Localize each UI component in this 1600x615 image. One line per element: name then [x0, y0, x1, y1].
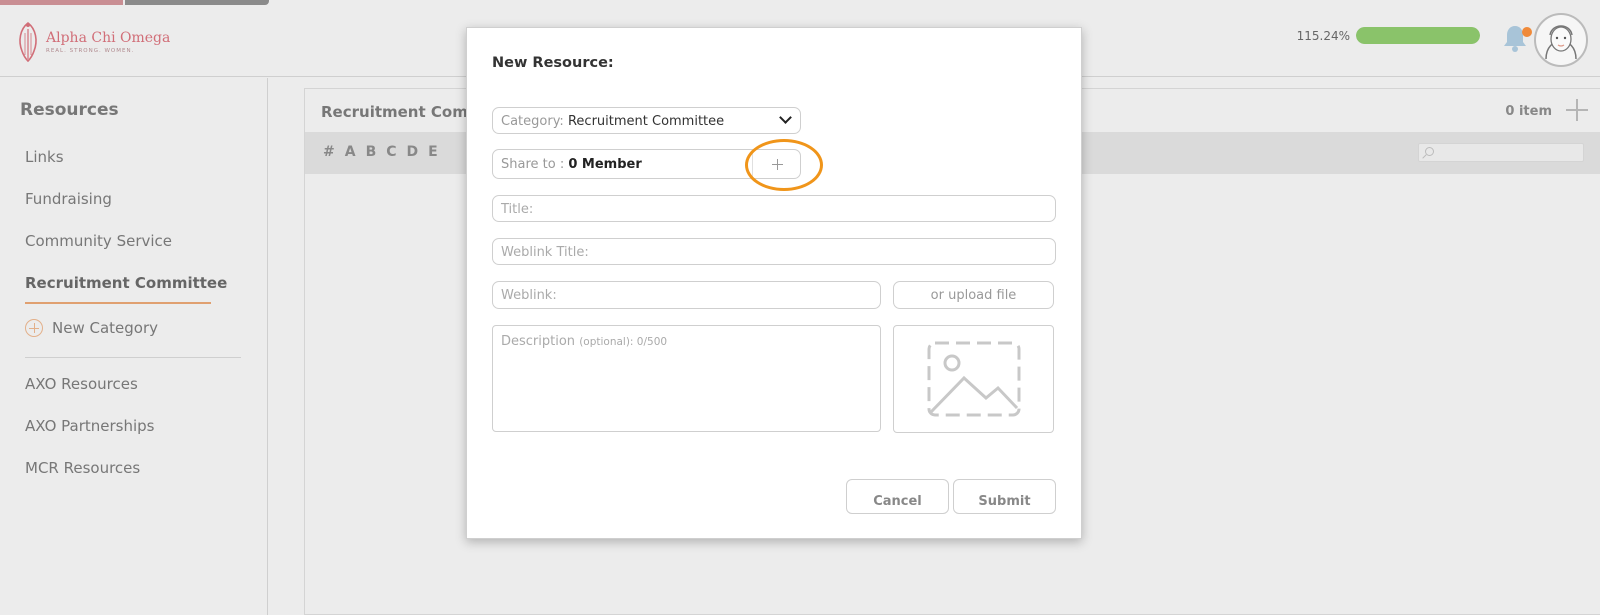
title-input[interactable]: Title: [492, 195, 1056, 222]
add-member-button[interactable] [752, 150, 800, 178]
weblink-input[interactable]: Weblink: [492, 281, 881, 309]
sidebar-item-community-service[interactable]: Community Service [25, 232, 172, 250]
alphabet-letters: # A B C D E [323, 144, 438, 160]
image-placeholder-icon [927, 341, 1021, 417]
modal-title: New Resource: [492, 55, 614, 71]
alpha-filter-hash[interactable]: # [323, 144, 335, 160]
weblink-title-input[interactable]: Weblink Title: [492, 238, 1056, 265]
sidebar-item-axo-partnerships[interactable]: AXO Partnerships [25, 417, 155, 435]
lyre-logo-icon [19, 21, 37, 63]
alpha-filter-d[interactable]: D [407, 144, 419, 160]
progress-fill [1356, 27, 1480, 44]
brand-tagline: REAL. STRONG. WOMEN. [46, 48, 135, 54]
sidebar-divider [25, 357, 241, 358]
sidebar-item-axo-resources[interactable]: AXO Resources [25, 375, 138, 393]
weblink-title-placeholder: Weblink Title: [501, 245, 589, 260]
cancel-button[interactable]: Cancel [846, 479, 949, 514]
progress-indicator: 115.24% [1297, 27, 1480, 44]
category-select[interactable]: Category: Recruitment Committee [492, 107, 801, 134]
weblink-placeholder: Weblink: [501, 288, 557, 303]
progress-bar [1356, 27, 1480, 44]
alpha-filter-c[interactable]: C [386, 144, 396, 160]
add-resource-icon[interactable] [1566, 99, 1588, 121]
progress-percent: 115.24% [1296, 28, 1350, 43]
alpha-filter-b[interactable]: B [366, 144, 377, 160]
active-item-underline [25, 302, 211, 304]
item-count: 0 item [1505, 104, 1552, 119]
alpha-filter-e[interactable]: E [428, 144, 438, 160]
description-label: Description [501, 334, 576, 349]
brand-name: Alpha Chi Omega [46, 30, 171, 46]
chevron-down-icon [779, 111, 792, 124]
description-textarea[interactable]: Description (optional): 0/500 [492, 325, 881, 432]
description-counter: (optional): 0/500 [579, 336, 668, 348]
brand-logo[interactable]: Alpha Chi Omega REAL. STRONG. WOMEN. [14, 19, 170, 65]
image-upload-area[interactable] [893, 325, 1054, 433]
notification-button[interactable] [1502, 23, 1532, 55]
new-category-button[interactable]: New Category [25, 319, 158, 337]
share-value: 0 Member [568, 157, 642, 172]
sidebar: Resources Links Fundraising Community Se… [0, 78, 268, 615]
sidebar-item-fundraising[interactable]: Fundraising [25, 190, 112, 208]
category-value: Recruitment Committee [567, 114, 725, 129]
user-avatar[interactable] [1534, 13, 1588, 67]
search-icon [1425, 147, 1434, 156]
sidebar-item-mcr-resources[interactable]: MCR Resources [25, 459, 140, 477]
panel-title: Recruitment Commi [321, 103, 489, 121]
sidebar-title: Resources [20, 100, 119, 120]
avatar-illustration-icon [1545, 25, 1577, 60]
upload-label: or upload file [930, 288, 1017, 303]
sidebar-item-recruitment-committee[interactable]: Recruitment Committee [25, 274, 227, 292]
submit-button[interactable]: Submit [953, 479, 1056, 514]
upload-file-button[interactable]: or upload file [893, 281, 1054, 309]
new-resource-modal: New Resource: Category: Recruitment Comm… [466, 27, 1082, 539]
search-input[interactable] [1418, 143, 1584, 162]
notification-dot [1522, 27, 1532, 37]
alpha-filter-a[interactable]: A [345, 144, 356, 160]
share-to-field[interactable]: Share to : 0 Member [492, 149, 801, 179]
logo-text: Alpha Chi Omega REAL. STRONG. WOMEN. [46, 30, 170, 54]
share-label: Share to : [501, 157, 565, 172]
new-category-label: New Category [52, 319, 159, 337]
sidebar-item-links[interactable]: Links [25, 148, 64, 166]
category-label: Category: [501, 114, 564, 129]
plus-circle-icon [25, 319, 43, 337]
title-placeholder: Title: [501, 202, 534, 217]
